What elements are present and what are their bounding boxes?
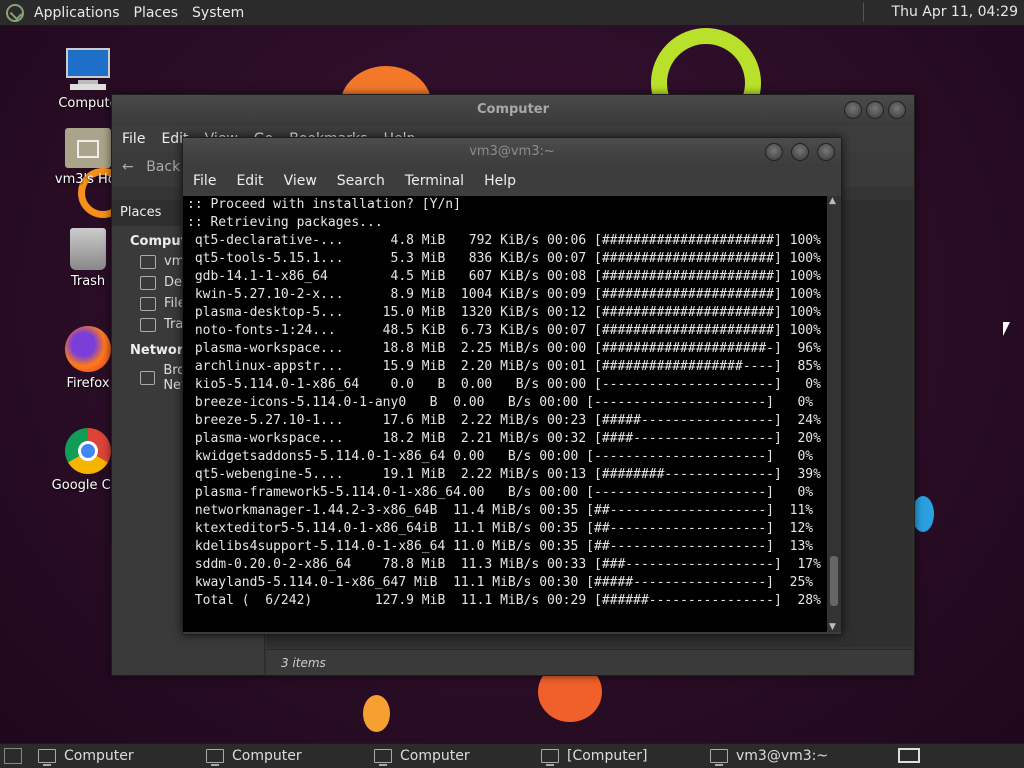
terminal-line: plasma-workspace... 18.8 MiB 2.25 MiB/s … — [187, 341, 821, 356]
network-icon — [140, 371, 156, 385]
terminal-output[interactable]: :: Proceed with installation? [Y/n] :: R… — [183, 196, 827, 632]
wallpaper-teal-blob — [912, 496, 934, 532]
clock[interactable]: Thu Apr 11, 04:29 — [892, 4, 1018, 20]
bottom-panel: Computer Computer Computer [Computer] vm… — [0, 743, 1024, 768]
system-menu[interactable]: System — [192, 5, 244, 21]
terminal-line: ktexteditor5-5.114.0-1-x86_64iB 11.1 MiB… — [187, 521, 814, 536]
taskbar-item-label: Computer — [400, 748, 470, 764]
maximize-button[interactable] — [791, 143, 809, 161]
computer-icon — [38, 749, 56, 766]
scroll-down-arrow-icon[interactable]: ▼ — [829, 622, 836, 632]
terminal-line: qt5-webengine-5.... 19.1 MiB 2.22 MiB/s … — [187, 467, 821, 482]
window-titlebar[interactable]: vm3@vm3:~ — [183, 138, 841, 166]
terminal-line: kwidgetsaddons5-5.114.0-1-x86_64 0.00 B/… — [187, 449, 814, 464]
menu-help[interactable]: Help — [484, 173, 516, 189]
applications-menu[interactable]: Applications — [34, 5, 120, 21]
terminal-line: kwin-5.27.10-2-x... 8.9 MiB 1004 KiB/s 0… — [187, 287, 821, 302]
minimize-button[interactable] — [844, 101, 862, 119]
scroll-up-arrow-icon[interactable]: ▲ — [829, 196, 836, 206]
terminal-line: qt5-declarative-... 4.8 MiB 792 KiB/s 00… — [187, 233, 821, 248]
window-title: vm3@vm3:~ — [469, 144, 555, 159]
terminal-line: gdb-14.1-1-x86_64 4.5 MiB 607 KiB/s 00:0… — [187, 269, 821, 284]
panel-separator — [863, 3, 864, 21]
terminal-line: qt5-tools-5.15.1... 5.3 MiB 836 KiB/s 00… — [187, 251, 821, 266]
close-button[interactable] — [888, 101, 906, 119]
terminal-window: vm3@vm3:~ File Edit View Search Terminal… — [182, 137, 842, 635]
menu-search[interactable]: Search — [337, 173, 385, 189]
terminal-line: noto-fonts-1:24... 48.5 KiB 6.73 KiB/s 0… — [187, 323, 821, 338]
window-title: Computer — [476, 102, 550, 117]
taskbar-item-computer-1[interactable]: Computer — [38, 747, 134, 766]
window-titlebar[interactable]: Computer — [112, 95, 914, 125]
minimize-button[interactable] — [765, 143, 783, 161]
home-folder-icon — [65, 128, 111, 168]
show-desktop-button[interactable] — [4, 748, 22, 764]
scrollbar-thumb[interactable] — [830, 556, 838, 606]
home-icon — [140, 254, 156, 269]
computer-icon — [374, 749, 392, 766]
terminal-line: :: Proceed with installation? [Y/n] — [187, 197, 461, 212]
terminal-line: breeze-5.27.10-1... 17.6 MiB 2.22 MiB/s … — [187, 413, 821, 428]
terminal-scrollbar[interactable]: ▲ ▼ — [827, 196, 841, 632]
close-button[interactable] — [817, 143, 835, 161]
back-label: Back — [146, 159, 181, 175]
firefox-icon — [65, 326, 111, 372]
taskbar-item-terminal[interactable]: vm3@vm3:~ — [710, 747, 829, 766]
terminal-line: sddm-0.20.0-2-x86_64 78.8 MiB 11.3 MiB/s… — [187, 557, 821, 572]
terminal-line: archlinux-appstr... 15.9 MiB 2.20 MiB/s … — [187, 359, 821, 374]
terminal-line: networkmanager-1.44.2-3-x86_64B 11.4 MiB… — [187, 503, 814, 518]
terminal-line: kdelibs4support-5.114.0-1-x86_64 11.0 Mi… — [187, 539, 814, 554]
chrome-icon — [65, 428, 111, 474]
computer-icon — [64, 46, 112, 92]
menu-file[interactable]: File — [193, 173, 216, 189]
top-panel: Applications Places System Thu Apr 11, 0… — [0, 0, 1024, 26]
workspace-switcher[interactable] — [898, 748, 920, 763]
terminal-line: kwayland5-5.114.0-1-x86_647 MiB 11.1 MiB… — [187, 575, 814, 590]
menubar: File Edit View Search Terminal Help — [183, 166, 841, 196]
back-arrow-icon: ← — [122, 159, 134, 175]
terminal-line: plasma-workspace... 18.2 MiB 2.21 MiB/s … — [187, 431, 821, 446]
trash-icon — [70, 228, 106, 270]
distro-menu-icon[interactable] — [6, 3, 24, 22]
wallpaper-small-orange-blob — [363, 695, 390, 732]
mouse-cursor-icon — [1003, 322, 1010, 336]
terminal-line: :: Retrieving packages... — [187, 215, 383, 230]
status-bar: 3 items — [267, 649, 913, 675]
taskbar-item-label: Computer — [232, 748, 302, 764]
drive-icon — [140, 296, 156, 311]
computer-icon — [541, 749, 559, 766]
taskbar-item-computer-minimized[interactable]: [Computer] — [541, 747, 648, 766]
terminal-line: Total ( 6/242) 127.9 MiB 11.1 MiB/s 00:2… — [187, 593, 821, 608]
taskbar-item-label: vm3@vm3:~ — [736, 748, 829, 764]
taskbar-item-computer-2[interactable]: Computer — [206, 747, 302, 766]
maximize-button[interactable] — [866, 101, 884, 119]
terminal-icon — [710, 749, 728, 766]
terminal-line: plasma-desktop-5... 15.0 MiB 1320 KiB/s … — [187, 305, 821, 320]
menu-terminal[interactable]: Terminal — [405, 173, 464, 189]
trash-icon — [140, 317, 156, 332]
terminal-line: kio5-5.114.0-1-x86_64 0.0 B 0.00 B/s 00:… — [187, 377, 821, 392]
taskbar-item-computer-3[interactable]: Computer — [374, 747, 470, 766]
terminal-line: plasma-framework5-5.114.0-1-x86_64.00 B/… — [187, 485, 814, 500]
places-menu[interactable]: Places — [134, 5, 179, 21]
back-button[interactable]: ← Back — [122, 159, 180, 175]
taskbar-item-label: [Computer] — [567, 748, 648, 764]
desktop-icon — [140, 275, 156, 290]
terminal-line: breeze-icons-5.114.0-1-any0 B 0.00 B/s 0… — [187, 395, 814, 410]
menu-file[interactable]: File — [122, 131, 145, 147]
computer-icon — [206, 749, 224, 766]
taskbar-item-label: Computer — [64, 748, 134, 764]
menu-view[interactable]: View — [284, 173, 317, 189]
menu-edit[interactable]: Edit — [236, 173, 263, 189]
